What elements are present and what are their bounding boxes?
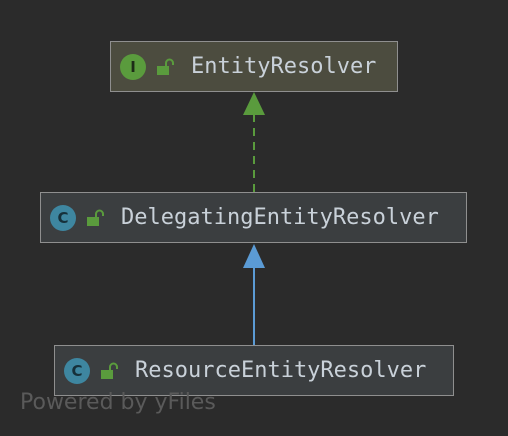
extends-arrowhead bbox=[243, 244, 265, 268]
node-name: EntityResolver bbox=[191, 54, 377, 79]
implements-arrowhead bbox=[243, 92, 265, 115]
unlocked-icon bbox=[157, 58, 174, 75]
node-delegating-entity-resolver[interactable]: C DelegatingEntityResolver bbox=[40, 192, 467, 243]
class-icon: C bbox=[50, 204, 76, 231]
watermark: Powered by yFiles bbox=[20, 390, 216, 415]
node-resource-entity-resolver[interactable]: C ResourceEntityResolver bbox=[54, 345, 454, 396]
node-name: DelegatingEntityResolver bbox=[121, 205, 439, 230]
unlocked-icon bbox=[87, 209, 104, 226]
diagram-canvas: I EntityResolver C DelegatingEntityResol… bbox=[0, 0, 508, 436]
class-icon: C bbox=[64, 357, 90, 384]
node-entity-resolver[interactable]: I EntityResolver bbox=[110, 41, 398, 92]
unlocked-icon bbox=[101, 362, 118, 379]
node-name: ResourceEntityResolver bbox=[135, 358, 427, 383]
interface-icon: I bbox=[120, 53, 146, 80]
